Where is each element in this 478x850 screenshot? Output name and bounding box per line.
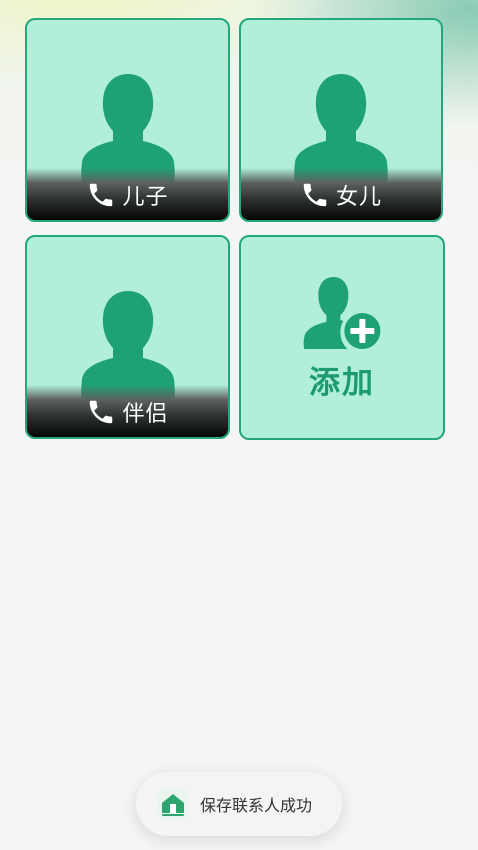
contact-card-daughter[interactable]: 女儿 bbox=[239, 18, 443, 222]
contact-label: 女儿 bbox=[335, 185, 382, 210]
contact-label: 儿子 bbox=[122, 185, 169, 210]
add-person-icon bbox=[303, 277, 383, 351]
contact-name-bar: 女儿 bbox=[241, 168, 441, 220]
app-logo-icon bbox=[158, 789, 188, 819]
phone-icon bbox=[90, 400, 113, 424]
add-contact-label: 添加 bbox=[309, 365, 375, 401]
phone-icon bbox=[303, 183, 327, 207]
contact-name-bar: 伴侣 bbox=[27, 385, 228, 437]
phone-icon bbox=[90, 183, 113, 207]
contact-card-partner[interactable]: 伴侣 bbox=[25, 235, 230, 439]
contact-card-son[interactable]: 儿子 bbox=[25, 18, 230, 222]
add-contact-button[interactable]: 添加 bbox=[239, 235, 445, 440]
toast-notification: 保存联系人成功 bbox=[136, 772, 342, 836]
toast-message: 保存联系人成功 bbox=[200, 796, 313, 815]
contact-name-bar: 儿子 bbox=[27, 168, 228, 220]
contact-label: 伴侣 bbox=[122, 402, 169, 427]
